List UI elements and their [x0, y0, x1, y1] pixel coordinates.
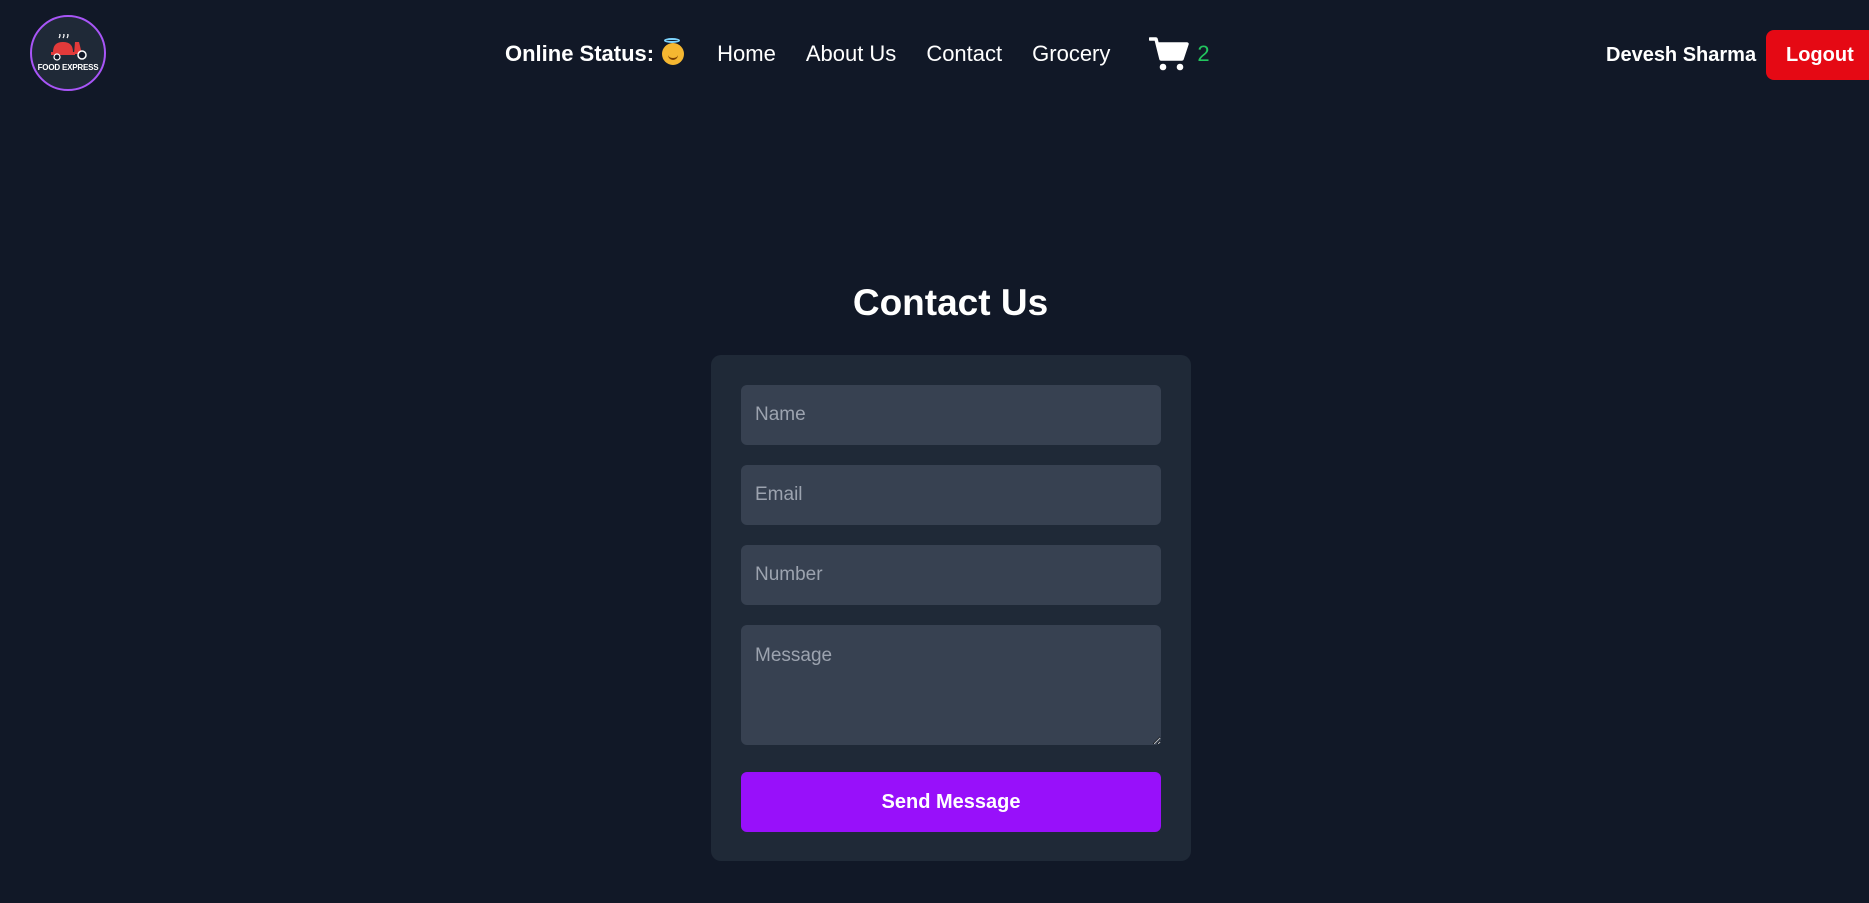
nav-link-home[interactable]: Home [717, 41, 776, 67]
contact-form: Send Message [711, 355, 1191, 861]
cart-count-badge: 2 [1197, 41, 1210, 66]
scooter-delivery-icon [51, 34, 87, 61]
user-name: Devesh Sharma [1606, 44, 1757, 66]
cart-link[interactable]: 2 [1149, 36, 1210, 72]
email-input[interactable] [741, 465, 1161, 525]
name-input[interactable] [741, 385, 1161, 445]
smiling-face-with-halo-icon [662, 38, 685, 65]
online-status-label: Online Status: [505, 41, 655, 66]
message-textarea[interactable] [741, 625, 1161, 745]
nav-link-contact[interactable]: Contact [926, 41, 1002, 67]
number-input[interactable] [741, 545, 1161, 605]
nav-link-about-us[interactable]: About Us [806, 41, 897, 67]
page-title: Contact Us [852, 282, 1049, 323]
shopping-cart-icon [1149, 37, 1190, 71]
main-nav: Online Status: Home About Us Contact Gro… [505, 36, 1210, 72]
send-message-button[interactable]: Send Message [741, 772, 1161, 832]
top-navbar: FOOD EXPRESS Online Status: Home About U… [0, 0, 1869, 110]
food-express-logo[interactable]: FOOD EXPRESS [30, 15, 106, 91]
online-status: Online Status: [505, 38, 685, 67]
nav-link-grocery[interactable]: Grocery [1032, 41, 1110, 67]
logout-button[interactable]: Logout [1766, 30, 1869, 80]
logo-text: FOOD EXPRESS [37, 63, 99, 72]
